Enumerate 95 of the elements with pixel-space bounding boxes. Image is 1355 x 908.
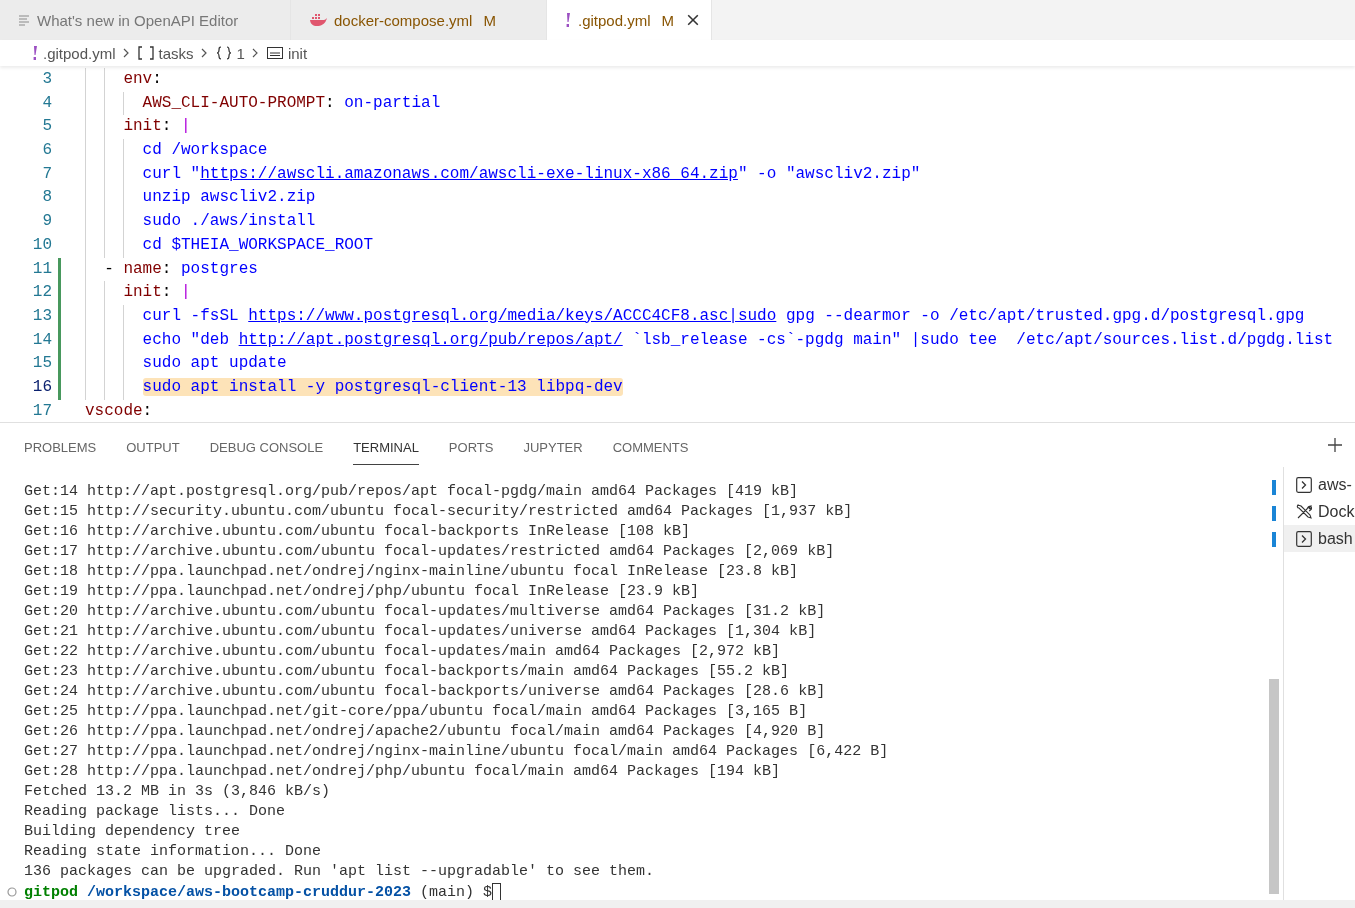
terminal-line: Fetched 13.2 MB in 3s (3,846 kB/s)	[23, 782, 332, 802]
terminal-line: Get:14 http://apt.postgresql.org/pub/repos/apt focal-pgdg/main amd64 Packages [419 kB]	[23, 482, 800, 502]
group-bar	[1272, 532, 1276, 547]
string-icon	[266, 47, 283, 59]
code-line: curl -fsSL https://www.postgresql.org/media/keys/ACCC4CF8.asc|sudo gpg --dearmor -o /etc/apt/trusted.gpg.d/postgresql.gpg	[141, 306, 1305, 325]
terminal-list-item[interactable]: bash	[1284, 525, 1355, 552]
code-line: unzip awscliv2.zip	[141, 188, 316, 207]
terminal-line: Get:16 http://archive.ubuntu.com/ubuntu focal-backports InRelease [108 kB]	[23, 522, 692, 542]
chevron-icon	[200, 48, 207, 58]
code-line: - name: postgres	[103, 259, 258, 278]
terminal-line: Get:19 http://ppa.launchpad.net/ondrej/php/ubuntu focal InRelease [23.9 kB]	[23, 582, 701, 602]
line-number: 15	[31, 353, 52, 375]
breadcrumb-item[interactable]: tasks	[158, 44, 194, 62]
tab-label: docker-compose.yml	[334, 11, 473, 29]
code-line: sudo apt update	[141, 354, 287, 373]
tools-icon	[1296, 503, 1312, 520]
editor-tab[interactable]: .gitpod.yml M	[547, 0, 713, 40]
circle-icon	[7, 887, 17, 897]
group-bar	[1272, 480, 1276, 495]
terminal-line: Get:22 http://archive.ubuntu.com/ubuntu focal-updates/main amd64 Packages [2,972 kB]	[23, 642, 782, 662]
brackets-icon	[137, 46, 154, 60]
scrollbar-thumb[interactable]	[1269, 679, 1279, 894]
panel-tab[interactable]: DEBUG CONSOLE	[209, 428, 324, 465]
panel-tab[interactable]: OUTPUT	[126, 428, 180, 465]
line-number: 6	[41, 140, 52, 162]
panel-tab[interactable]: PORTS	[448, 428, 494, 465]
chevron-icon	[251, 48, 258, 58]
breadcrumb-item[interactable]: 1	[236, 44, 245, 62]
panel-tab[interactable]: TERMINAL	[353, 428, 419, 465]
line-number: 7	[41, 163, 52, 185]
breadcrumb-item[interactable]: init	[287, 44, 308, 62]
exclamation-icon	[32, 46, 38, 60]
code-line: init: |	[122, 117, 191, 136]
terminal-line: Get:24 http://archive.ubuntu.com/ubuntu focal-backports/universe amd64 Packages [28.6 kB]	[23, 682, 827, 702]
editor-tab[interactable]: What's new in OpenAPI Editor	[0, 0, 291, 40]
terminal-prompt: gitpod /workspace/aws-bootcamp-cruddur-2023 (main) $	[24, 883, 493, 901]
code-line: AWS_CLI-AUTO-PROMPT: on-partial	[141, 93, 441, 112]
line-number: 9	[41, 211, 52, 233]
tab-label: What's new in OpenAPI Editor	[37, 11, 239, 29]
line-number: 13	[31, 305, 52, 327]
plus-icon[interactable]	[1327, 437, 1343, 453]
chevron-icon	[122, 48, 129, 58]
editor-tab[interactable]: docker-compose.yml M	[291, 0, 547, 40]
terminal-line: Get:21 http://archive.ubuntu.com/ubuntu focal-updates/universe amd64 Packages [1,304 kB]	[23, 622, 818, 642]
whale-icon	[309, 14, 327, 26]
terminal-line: Get:25 http://ppa.launchpad.net/git-core/ppa/ubuntu focal/main amd64 Packages [3,165 B]	[23, 702, 809, 722]
line-number: 8	[41, 187, 52, 209]
terminal-line: Reading state information... Done	[23, 842, 323, 862]
terminal-line: Get:27 http://ppa.launchpad.net/ondrej/nginx-mainline/ubuntu focal/main amd64 Packages [6,422 B]	[23, 742, 890, 762]
modified-label: M	[483, 11, 496, 29]
terminal-line: Get:23 http://archive.ubuntu.com/ubuntu focal-backports/main amd64 Packages [55.2 kB]	[23, 662, 791, 682]
terminal-icon	[1296, 476, 1312, 493]
code-line: vscode:	[85, 401, 153, 420]
code-line: cd $THEIA_WORKSPACE_ROOT	[141, 235, 374, 254]
group-bar	[1272, 506, 1276, 521]
terminal-line: Building dependency tree	[23, 822, 242, 842]
line-number: 17	[31, 400, 52, 422]
line-number: 3	[41, 69, 52, 90]
code-link[interactable]: http://apt.postgresql.org/pub/repos/apt/	[238, 330, 623, 349]
panel-tab[interactable]: COMMENTS	[612, 428, 689, 465]
line-number: 11	[31, 258, 52, 280]
terminal-icon	[1296, 530, 1312, 547]
terminal-list-item[interactable]: aws-	[1284, 471, 1355, 498]
code-line: echo "deb http://apt.postgresql.org/pub/repos/apt/ `lsb_release -cs`-pgdg main" |sudo tee /etc/apt/sources.list.d/pgdg.list	[141, 330, 1334, 349]
terminal-line: Get:15 http://security.ubuntu.com/ubuntu focal-security/restricted amd64 Packages [1,937 kB]	[23, 502, 854, 522]
code-line: sudo ./aws/install	[141, 212, 316, 231]
line-number: 16	[31, 376, 52, 398]
modified-label: M	[661, 11, 675, 29]
braces-icon	[215, 46, 232, 60]
code-link[interactable]: https://www.postgresql.org/media/keys/ACCC4CF8.asc|sudo	[248, 306, 777, 325]
code-line: env:	[122, 70, 162, 88]
breadcrumb-item[interactable]: .gitpod.yml	[43, 44, 116, 62]
line-number: 4	[41, 92, 52, 114]
terminal-line: Get:20 http://archive.ubuntu.com/ubuntu focal-updates/multiverse amd64 Packages [31.2 kB]	[23, 602, 827, 622]
close-icon[interactable]	[687, 14, 700, 26]
exclamation-icon	[565, 13, 571, 27]
terminal-line: Get:26 http://ppa.launchpad.net/ondrej/apache2/ubuntu focal/main amd64 Packages [4,920 B]	[23, 722, 827, 742]
panel-tab[interactable]: PROBLEMS	[24, 428, 97, 465]
code-link[interactable]: https://awscli.amazonaws.com/awscli-exe-linux-x86_64.zip	[200, 164, 738, 183]
line-number: 10	[31, 234, 52, 256]
terminal-line: 136 packages can be upgraded. Run 'apt list --upgradable' to see them.	[23, 862, 656, 882]
terminal-line: Get:17 http://archive.ubuntu.com/ubuntu focal-updates/restricted amd64 Packages [2,069 kB]	[23, 542, 836, 562]
terminal-line: Reading package lists... Done	[23, 802, 287, 822]
code-line: init: |	[122, 283, 191, 302]
terminal-line: Get:18 http://ppa.launchpad.net/ondrej/nginx-mainline/ubuntu focal InRelease [23.8 kB]	[23, 562, 800, 582]
tab-label: .gitpod.yml	[578, 11, 651, 29]
panel-tab[interactable]: JUPYTER	[523, 428, 583, 465]
lines-icon	[18, 14, 30, 26]
code-line: cd /workspace	[141, 141, 268, 160]
terminal-list-item[interactable]: Dock	[1284, 498, 1355, 525]
line-number: 5	[41, 116, 52, 138]
line-number: 12	[31, 282, 52, 304]
code-line: curl "https://awscli.amazonaws.com/awscli-exe-linux-x86_64.zip" -o "awscliv2.zip"	[141, 164, 921, 183]
line-number: 14	[31, 329, 52, 351]
terminal-line: Get:28 http://ppa.launchpad.net/ondrej/php/ubuntu focal/main amd64 Packages [194 kB]	[23, 762, 782, 782]
